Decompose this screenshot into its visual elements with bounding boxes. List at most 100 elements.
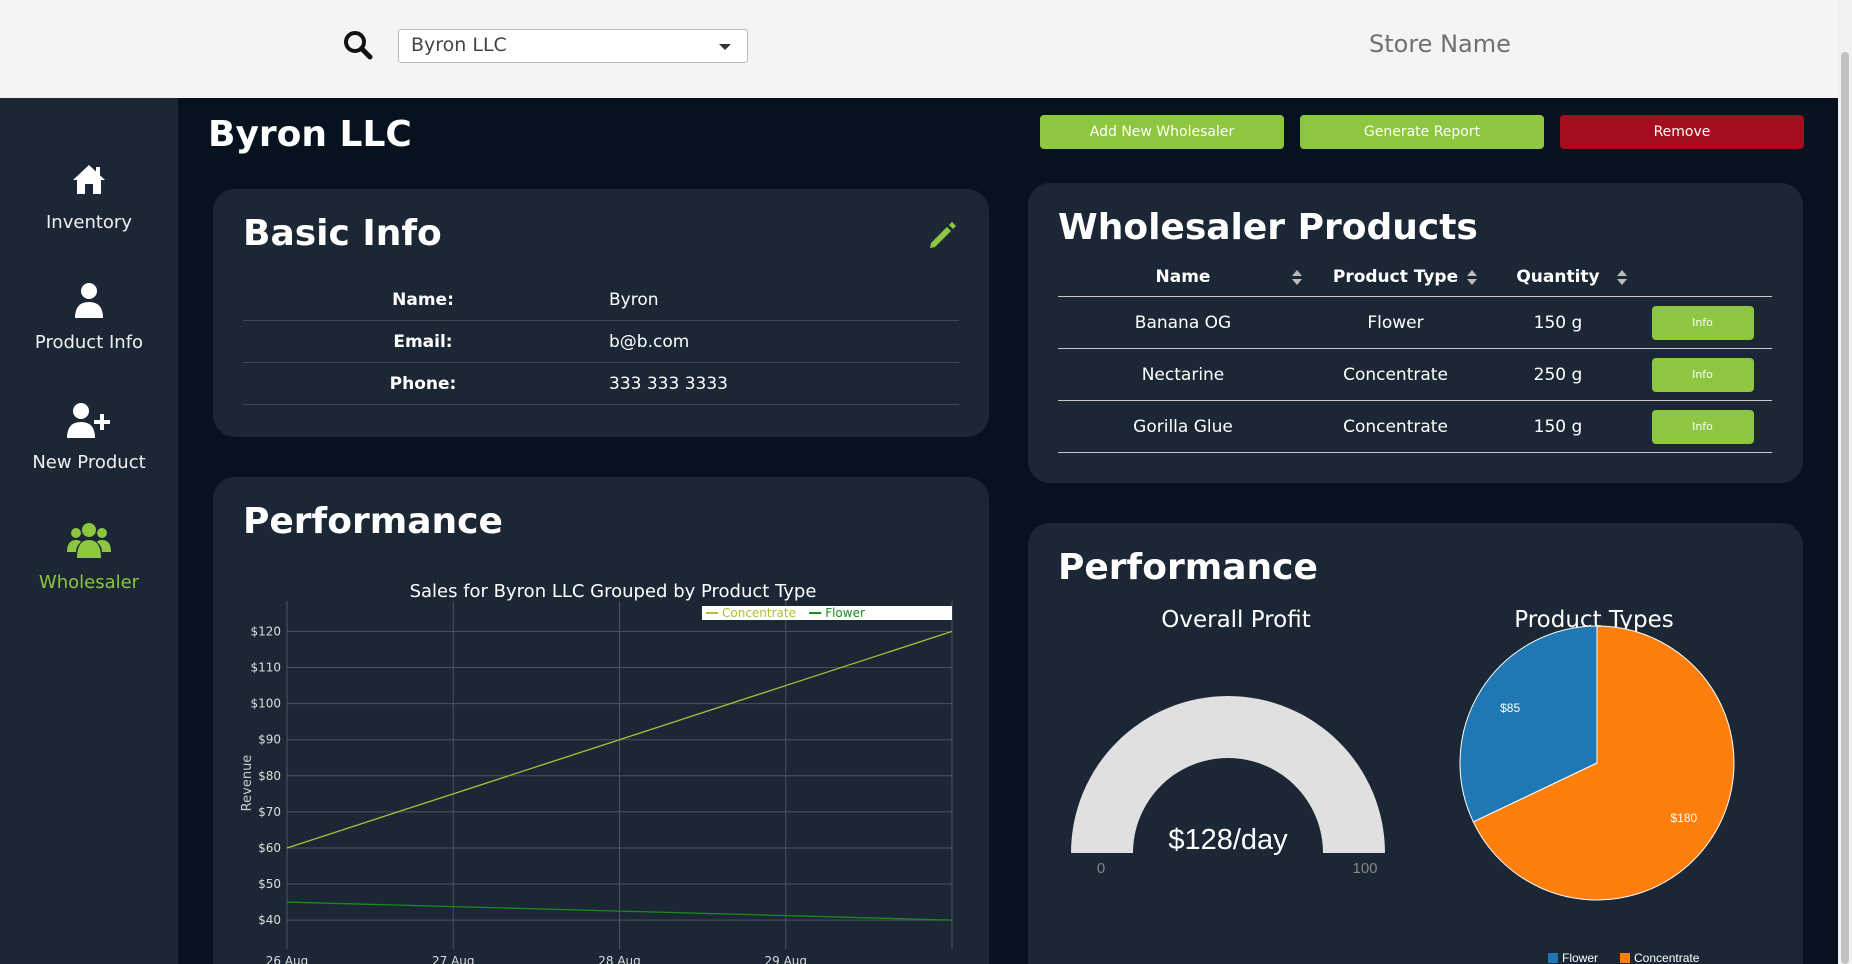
products-table-header: Name Product Type Quantity xyxy=(1058,257,1772,297)
user-icon xyxy=(75,283,103,318)
gauge-value-label: $128/day xyxy=(1168,824,1288,856)
y-axis-label: Revenue xyxy=(240,755,255,812)
wholesaler-products-title: Wholesaler Products xyxy=(1058,207,1478,248)
user-plus-icon xyxy=(67,403,110,438)
wholesaler-select-value: Byron LLC xyxy=(411,34,507,56)
column-header-quantity[interactable]: Quantity xyxy=(1483,267,1633,287)
chart-title: Sales for Byron LLC Grouped by Product T… xyxy=(410,581,817,602)
product-name: Nectarine xyxy=(1141,364,1225,385)
y-tick-label: $70 xyxy=(258,805,281,819)
product-name: Gorilla Glue xyxy=(1133,416,1233,437)
column-header-label: Product Type xyxy=(1332,266,1459,287)
product-quantity: 150 g xyxy=(1533,416,1583,437)
column-header-label: Quantity xyxy=(1516,266,1600,287)
legend-label: Concentrate xyxy=(1634,951,1700,964)
performance-right-title: Performance xyxy=(1058,547,1318,588)
sidebar-item-wholesaler[interactable]: Wholesaler xyxy=(0,520,178,593)
store-name: Store Name xyxy=(1369,30,1511,58)
x-tick-label: 27 Aug xyxy=(432,954,475,964)
product-quantity: 150 g xyxy=(1533,312,1583,333)
table-row: Gorilla Glue Concentrate 150 g Info xyxy=(1058,401,1772,453)
sort-icon[interactable] xyxy=(1617,269,1627,286)
performance-right-card: Performance Overall Profit Product Types… xyxy=(1028,523,1803,964)
basic-info-table: Name: Byron Email: b@b.com Phone: 333 33… xyxy=(243,279,959,405)
info-key: Phone: xyxy=(389,373,457,394)
product-type: Concentrate xyxy=(1343,416,1448,437)
gauge-max-label: 100 xyxy=(1352,860,1377,877)
x-tick-label: 28 Aug xyxy=(598,954,641,964)
info-row: Name: Byron xyxy=(243,279,959,321)
pencil-icon[interactable] xyxy=(927,219,959,251)
info-value: b@b.com xyxy=(609,331,690,352)
page-title: Byron LLC xyxy=(208,114,412,155)
y-tick-label: $80 xyxy=(258,769,281,783)
product-name: Banana OG xyxy=(1134,312,1232,333)
gauge-min-label: 0 xyxy=(1097,860,1105,877)
sidebar-item-label: Inventory xyxy=(46,212,132,233)
info-value: 333 333 3333 xyxy=(609,373,728,394)
y-tick-label: $40 xyxy=(258,913,281,927)
scrollbar-thumb[interactable] xyxy=(1841,52,1849,964)
sidebar: Inventory Product Info New Product Whole… xyxy=(0,98,178,964)
sidebar-item-new-product[interactable]: New Product xyxy=(0,400,178,473)
search-icon[interactable] xyxy=(343,30,373,60)
y-tick-label: $120 xyxy=(250,624,281,638)
home-icon xyxy=(73,165,105,194)
x-tick-label: 26 Aug xyxy=(266,954,309,964)
legend-label: Flower xyxy=(1562,951,1598,964)
column-header-name[interactable]: Name xyxy=(1058,267,1308,287)
info-button[interactable]: Info xyxy=(1651,409,1754,444)
legend-label: Concentrate xyxy=(722,606,796,620)
column-header-type[interactable]: Product Type xyxy=(1308,267,1483,287)
sidebar-item-label: Wholesaler xyxy=(38,572,140,593)
product-action-cell: Info xyxy=(1633,357,1772,392)
generate-report-button[interactable]: Generate Report xyxy=(1300,115,1544,149)
info-key: Name: xyxy=(392,289,454,310)
wholesaler-select[interactable]: Byron LLC xyxy=(398,29,748,63)
wholesaler-products-card: Wholesaler Products Name Product Type Qu… xyxy=(1028,183,1803,483)
line-chart: Sales for Byron LLC Grouped by Product T… xyxy=(240,581,953,964)
info-key: Email: xyxy=(393,331,453,352)
table-row: Banana OG Flower 150 g Info xyxy=(1058,297,1772,349)
product-type: Concentrate xyxy=(1343,364,1448,385)
sidebar-item-inventory[interactable]: Inventory xyxy=(0,160,178,233)
legend-swatch xyxy=(1548,953,1558,963)
y-tick-label: $50 xyxy=(258,877,281,891)
legend-swatch xyxy=(1620,953,1630,963)
chart-legend: Concentrate Flower xyxy=(702,606,952,620)
info-value: Byron xyxy=(609,289,659,310)
info-button[interactable]: Info xyxy=(1651,357,1754,392)
performance-left-title: Performance xyxy=(243,501,503,542)
top-bar: Byron LLC Store Name xyxy=(0,0,1838,98)
column-header-label: Name xyxy=(1155,266,1211,287)
product-type: Flower xyxy=(1367,312,1424,333)
users-icon xyxy=(67,523,111,558)
sort-icon[interactable] xyxy=(1467,269,1477,286)
performance-left-card: Performance Sales for Byron LLC Grouped … xyxy=(213,477,989,964)
sidebar-item-label: Product Info xyxy=(34,332,144,353)
product-quantity: 250 g xyxy=(1533,364,1583,385)
product-action-cell: Info xyxy=(1633,305,1772,340)
sidebar-item-product-info[interactable]: Product Info xyxy=(0,280,178,353)
x-tick-label: 29 Aug xyxy=(764,954,807,964)
y-tick-label: $60 xyxy=(258,841,281,855)
product-action-cell: Info xyxy=(1633,409,1772,444)
add-wholesaler-button[interactable]: Add New Wholesaler xyxy=(1040,115,1284,149)
y-tick-label: $90 xyxy=(258,733,281,747)
basic-info-title: Basic Info xyxy=(243,213,442,254)
scrollbar[interactable] xyxy=(1838,0,1852,964)
sort-icon[interactable] xyxy=(1292,269,1302,286)
pie-data-label: $85 xyxy=(1500,701,1520,715)
remove-button[interactable]: Remove xyxy=(1560,115,1804,149)
legend-label: Flower xyxy=(825,606,865,620)
info-button[interactable]: Info xyxy=(1651,305,1754,340)
chevron-down-icon xyxy=(719,44,731,50)
basic-info-card: Basic Info Name: Byron Email: b@b.com Ph… xyxy=(213,189,989,437)
gauge-title: Overall Profit xyxy=(1161,607,1311,633)
sidebar-item-label: New Product xyxy=(32,452,146,473)
table-row: Nectarine Concentrate 250 g Info xyxy=(1058,349,1772,401)
pie-data-label: $180 xyxy=(1671,811,1698,825)
y-tick-label: $100 xyxy=(250,697,281,711)
products-table: Name Product Type Quantity Banana OG Flo… xyxy=(1058,257,1772,453)
y-tick-label: $110 xyxy=(250,661,281,675)
